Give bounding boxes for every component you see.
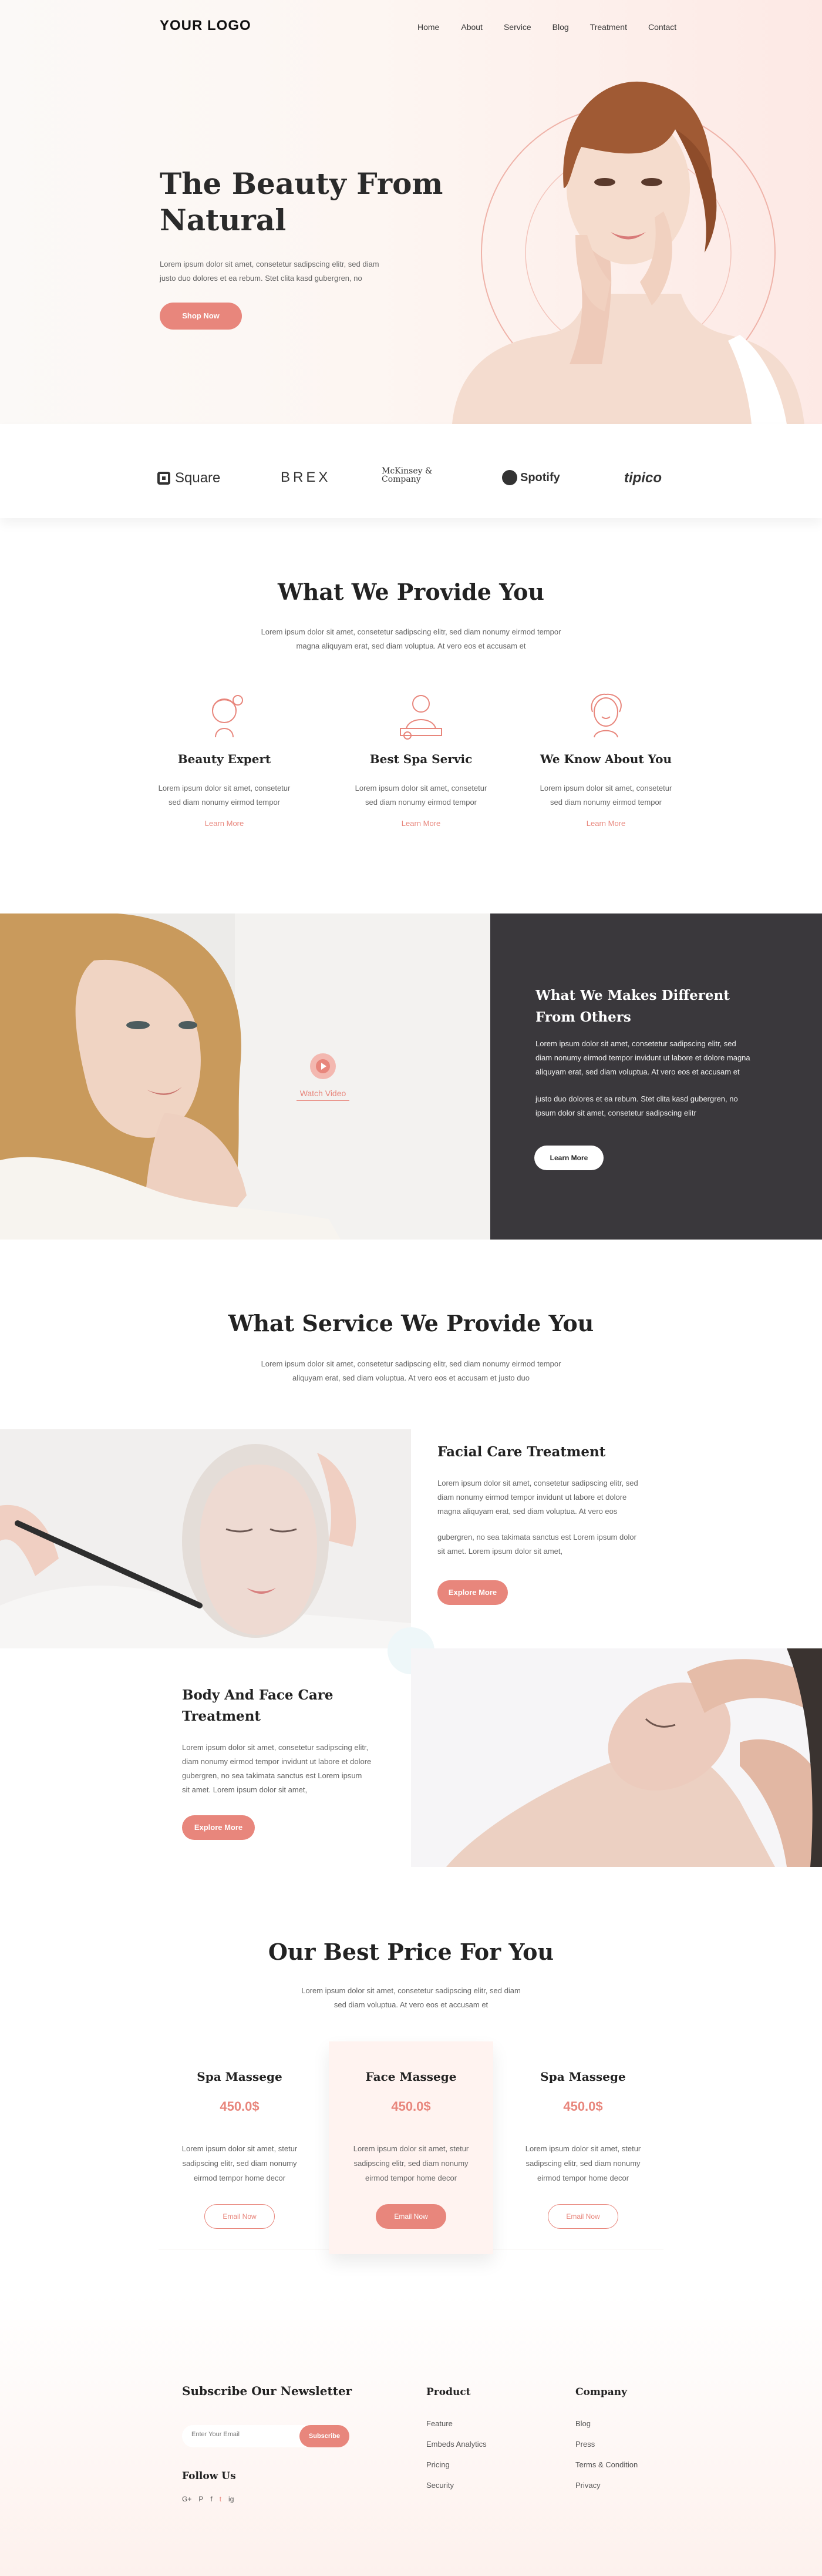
email-now-button[interactable]: Email Now [204, 2204, 275, 2229]
learn-more-link[interactable]: Learn More [136, 819, 312, 828]
company-title: Company [575, 2386, 627, 2398]
explore-facial-button[interactable]: Explore More [437, 1580, 508, 1605]
provide-text: Lorem ipsum dolor sit amet, consetetur s… [261, 627, 561, 650]
product-title: Product [426, 2386, 471, 2398]
product-links: Feature Embeds Analytics Pricing Securit… [426, 2419, 487, 2501]
service-card-know-about: We Know About You Lorem ipsum dolor sit … [518, 687, 694, 828]
service-card-title: Best Spa Servic [369, 752, 473, 766]
price-card-spa-2: Spa Massege 450.0$ Lorem ipsum dolor sit… [501, 2041, 665, 2253]
hero-title-line2: Natural [160, 203, 287, 237]
hero-text: Lorem ipsum dolor sit amet, consetetur s… [160, 260, 379, 283]
newsletter-title: Subscribe Our Newsletter [182, 2384, 352, 2398]
footer-link-security[interactable]: Security [426, 2481, 487, 2490]
shop-now-button[interactable]: Shop Now [160, 303, 242, 330]
learn-more-link[interactable]: Learn More [333, 819, 509, 828]
body-care-text: Lorem ipsum dolor sit amet, consetetur s… [182, 1743, 372, 1794]
blonde-model-image [0, 913, 490, 1240]
nav-service[interactable]: Service [504, 22, 531, 32]
email-input[interactable] [190, 2430, 281, 2439]
services-text: Lorem ipsum dolor sit amet, consetetur s… [261, 1359, 561, 1382]
watch-video-link[interactable]: Watch Video [288, 1089, 358, 1098]
learn-more-link[interactable]: Learn More [518, 819, 694, 828]
nav-treatment[interactable]: Treatment [590, 22, 627, 32]
price-value: 450.0$ [220, 2099, 260, 2114]
footer-link-blog[interactable]: Blog [575, 2419, 638, 2428]
logo-tipico: tipico [624, 470, 662, 486]
price-value: 450.0$ [563, 2099, 603, 2114]
different-title: What We Makes Different From Others [535, 988, 730, 1025]
logo-brex: BREX [281, 469, 331, 485]
explore-body-button[interactable]: Explore More [182, 1815, 255, 1840]
price-value: 450.0$ [391, 2099, 431, 2114]
site-logo[interactable]: YOUR LOGO [160, 18, 251, 34]
service-card-text: Lorem ipsum dolor sit amet, consetetur s… [158, 784, 291, 807]
face-massage-image [411, 1648, 822, 1867]
body-care-title: Body And Face Care Treatment [182, 1687, 333, 1724]
follow-us-label: Follow Us [182, 2470, 236, 2482]
provide-title: What We Provide You [278, 579, 544, 605]
main-nav: Home About Service Blog Treatment Contac… [394, 22, 676, 32]
twitter-icon[interactable]: t [220, 2495, 221, 2503]
footer-link-embeds[interactable]: Embeds Analytics [426, 2440, 487, 2449]
facial-care-text: Lorem ipsum dolor sit amet, consetetur s… [437, 1479, 638, 1556]
different-text: Lorem ipsum dolor sit amet, consetetur s… [535, 1039, 750, 1117]
footer [0, 2294, 822, 2576]
play-icon [321, 1063, 326, 1070]
service-card-title: We Know About You [540, 752, 672, 766]
service-card-beauty-expert: Beauty Expert Lorem ipsum dolor sit amet… [136, 687, 312, 828]
price-card-spa: Spa Massege 450.0$ Lorem ipsum dolor sit… [157, 2041, 322, 2253]
spa-service-icon [400, 695, 442, 740]
logo-square: Square [157, 470, 220, 486]
pricing-title: Our Best Price For You [268, 1939, 554, 1965]
hero-title: The Beauty From Natural [160, 166, 443, 239]
logo-mckinsey: McKinsey & Company [382, 466, 433, 484]
pricing-text: Lorem ipsum dolor sit amet, consetetur s… [301, 1986, 521, 2009]
know-about-icon [591, 693, 622, 738]
price-card-face: Face Massege 450.0$ Lorem ipsum dolor si… [329, 2041, 493, 2254]
google-plus-icon[interactable]: G+ [182, 2495, 191, 2503]
email-now-button[interactable]: Email Now [548, 2204, 618, 2229]
social-links: G+ P f t ig [182, 2495, 234, 2503]
logo-spotify: Spotify [502, 470, 560, 485]
watch-video-underline [297, 1100, 349, 1101]
nav-blog[interactable]: Blog [553, 22, 569, 32]
services-title: What Service We Provide You [228, 1310, 594, 1336]
facebook-icon[interactable]: f [210, 2495, 212, 2503]
service-card-spa: Best Spa Servic Lorem ipsum dolor sit am… [333, 687, 509, 828]
instagram-icon[interactable]: ig [228, 2495, 234, 2503]
hero-title-line1: The Beauty From [160, 166, 443, 201]
service-card-text: Lorem ipsum dolor sit amet, consetetur s… [540, 784, 672, 807]
facial-care-image [0, 1429, 411, 1648]
hero-model-image [452, 81, 804, 424]
pinterest-icon[interactable]: P [198, 2495, 203, 2503]
nav-home[interactable]: Home [417, 22, 439, 32]
footer-link-pricing[interactable]: Pricing [426, 2460, 487, 2469]
square-logo-icon [157, 472, 170, 485]
service-card-title: Beauty Expert [177, 752, 271, 766]
learn-more-button[interactable]: Learn More [534, 1146, 604, 1170]
service-card-text: Lorem ipsum dolor sit amet, consetetur s… [355, 784, 487, 807]
company-links: Blog Press Terms & Condition Privacy [575, 2419, 638, 2501]
play-video-button[interactable] [310, 1053, 336, 1079]
nav-about[interactable]: About [461, 22, 483, 32]
beauty-expert-icon [212, 695, 243, 738]
email-now-button[interactable]: Email Now [376, 2204, 446, 2229]
facial-care-title: Facial Care Treatment [437, 1444, 606, 1460]
newsletter-form: Subscribe [182, 2425, 349, 2447]
subscribe-button[interactable]: Subscribe [299, 2425, 349, 2447]
footer-link-press[interactable]: Press [575, 2440, 638, 2449]
footer-link-terms[interactable]: Terms & Condition [575, 2460, 638, 2469]
spotify-logo-icon [502, 470, 517, 485]
footer-link-feature[interactable]: Feature [426, 2419, 487, 2428]
footer-link-privacy[interactable]: Privacy [575, 2481, 638, 2490]
nav-contact[interactable]: Contact [648, 22, 676, 32]
